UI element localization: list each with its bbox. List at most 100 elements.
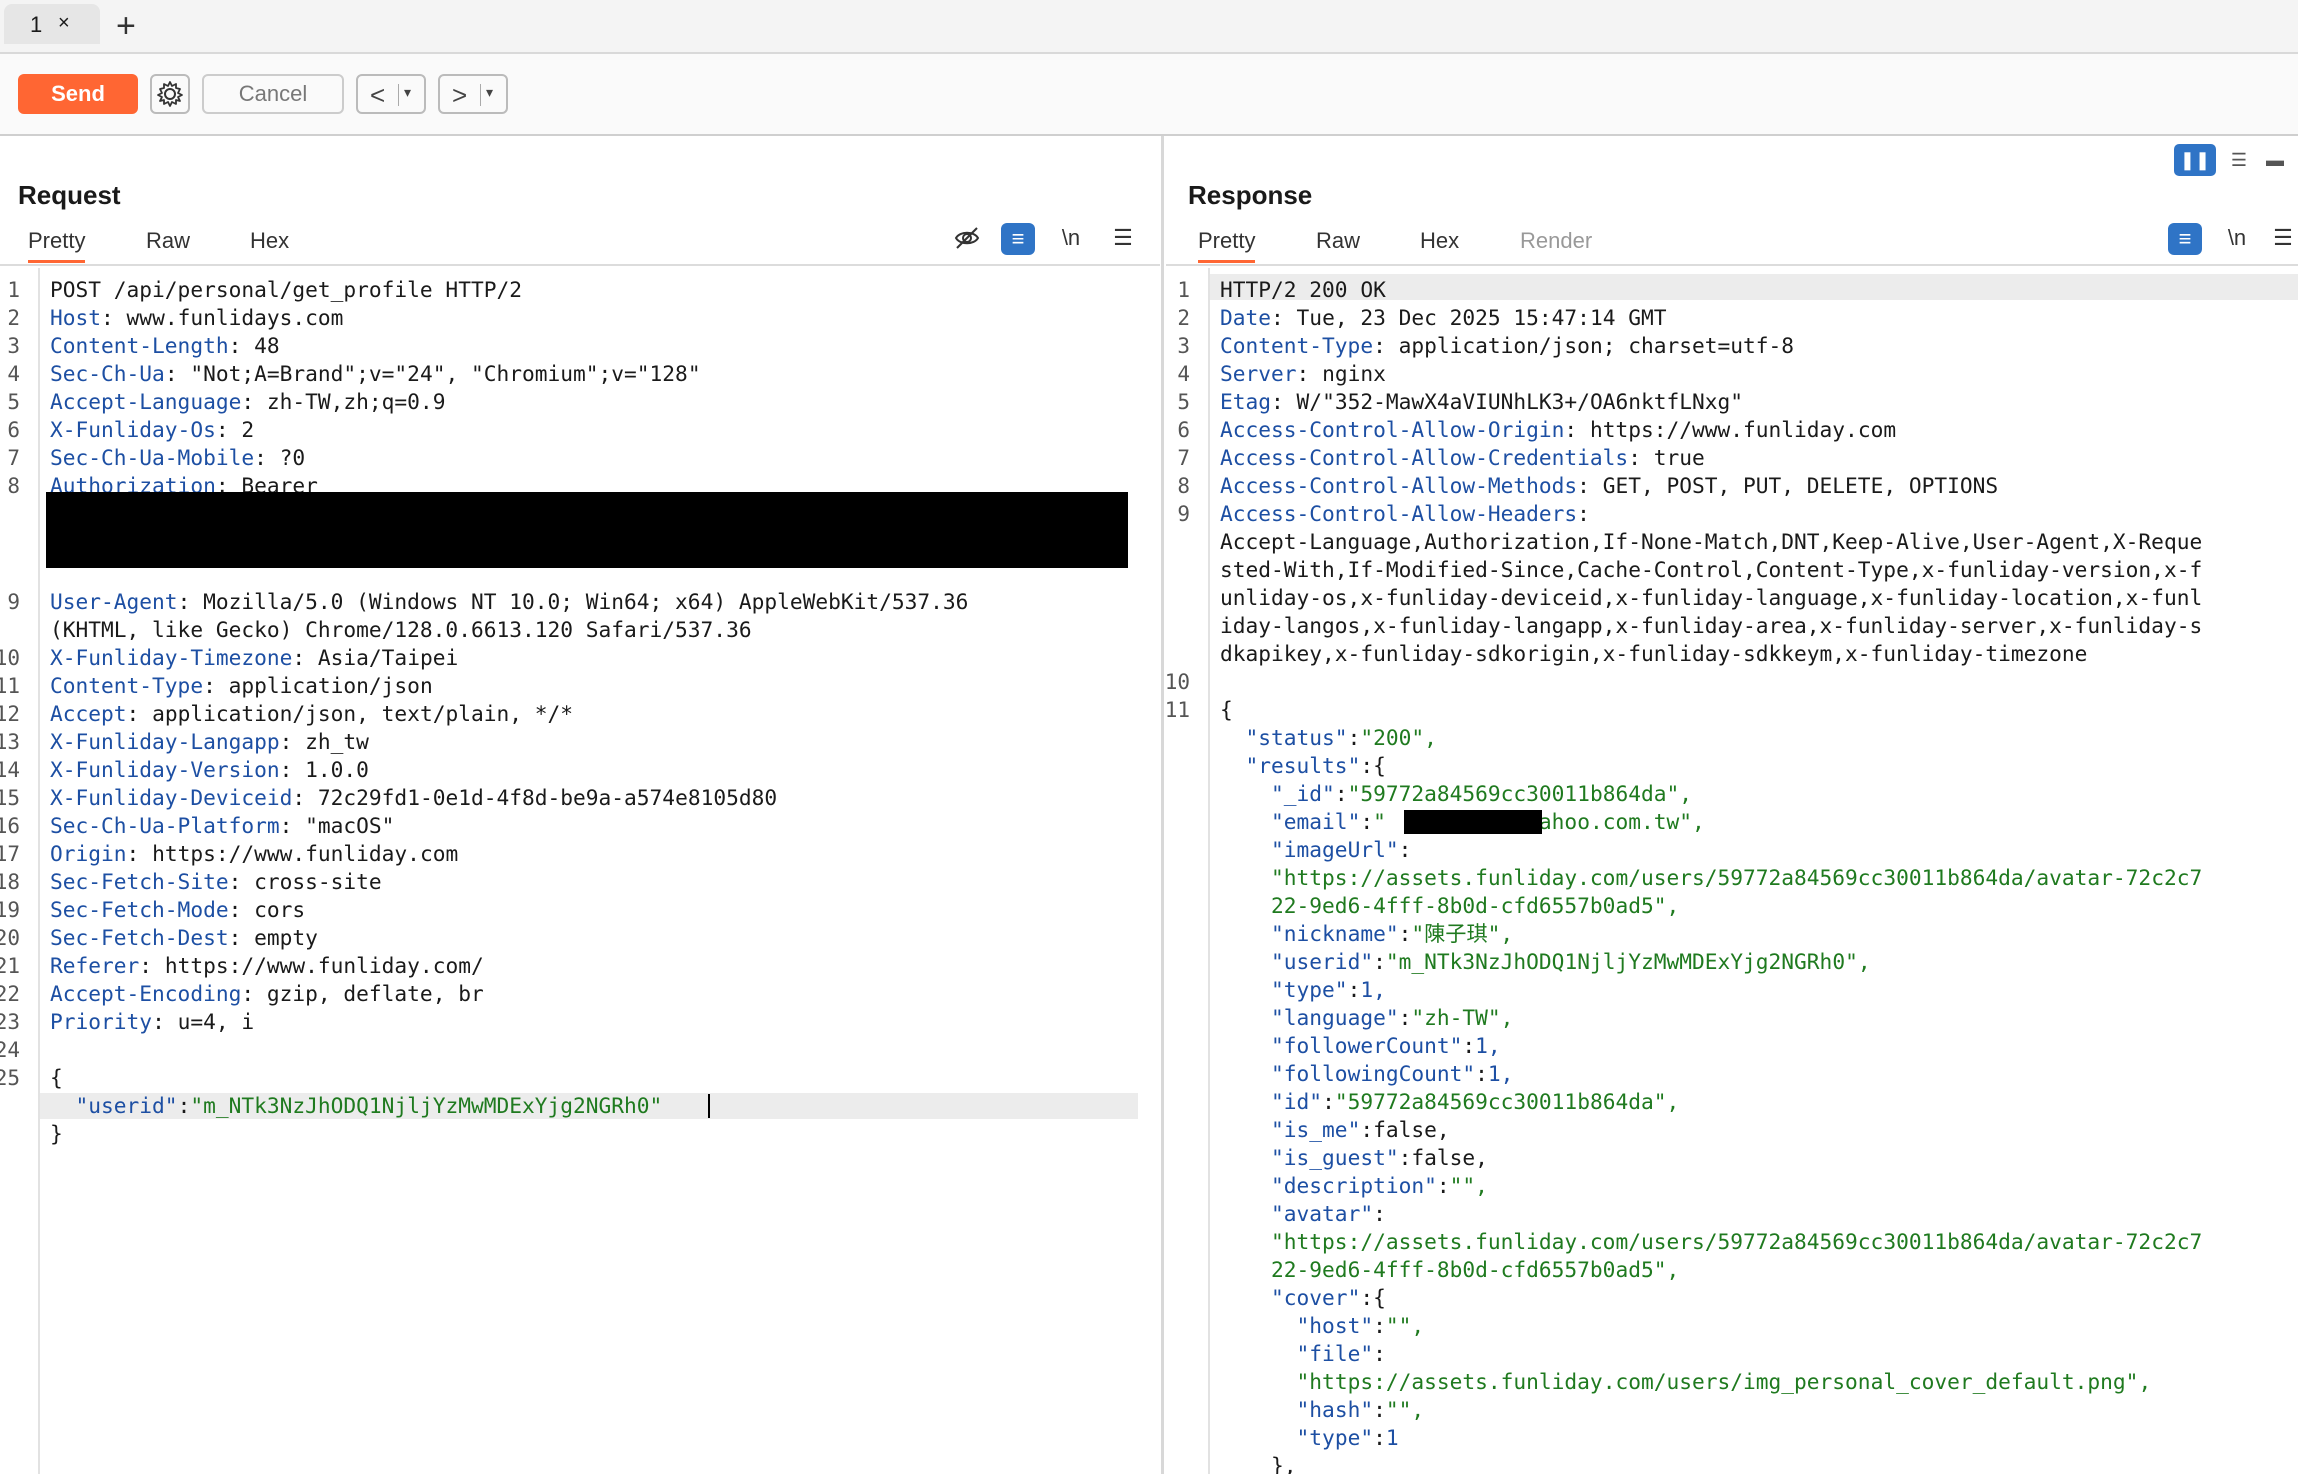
line-number xyxy=(1166,1452,1190,1474)
newline-toggle[interactable]: \n xyxy=(1054,222,1088,254)
json-colon: : xyxy=(1360,1117,1374,1142)
code-line: Accept-Language,Authorization,If-None-Ma… xyxy=(1220,528,2202,556)
code-line: unliday-os,x-funliday-deviceid,x-funlida… xyxy=(1220,584,2202,612)
header-value: zh_tw xyxy=(292,729,369,754)
menu-icon[interactable]: ☰ xyxy=(1106,222,1140,254)
header-name: X-Funliday-Timezone xyxy=(50,645,293,670)
line-number: 6 xyxy=(7,418,20,442)
tab-raw[interactable]: Raw xyxy=(1316,228,1360,254)
header-value: Mozilla/5.0 (Windows NT 10.0; Win64; x64… xyxy=(190,589,969,614)
line-number xyxy=(1166,752,1190,780)
new-tab-icon[interactable]: + xyxy=(116,6,136,46)
cancel-button[interactable]: Cancel xyxy=(202,74,344,114)
code-line: Referer: https://www.funliday.com/ xyxy=(50,952,484,980)
forward-button[interactable]: > ▾ xyxy=(438,74,508,114)
json-colon: : xyxy=(1398,1145,1412,1170)
tab-hex[interactable]: Hex xyxy=(1420,228,1459,254)
back-button[interactable]: < ▾ xyxy=(356,74,426,114)
line-number: 8 xyxy=(7,474,20,498)
json-key: "imageUrl" xyxy=(1271,837,1399,862)
code-line: X-Funliday-Deviceid: 72c29fd1-0e1d-4f8d-… xyxy=(50,784,777,812)
line-number: 2 xyxy=(7,306,20,330)
pane-divider[interactable] xyxy=(1161,136,1164,1474)
tab-1[interactable]: 1 × xyxy=(4,4,100,44)
header-name: Priority xyxy=(50,1009,153,1034)
line-number: 17 xyxy=(0,842,20,866)
tab-pretty[interactable]: Pretty xyxy=(28,228,86,263)
header-value: nginx xyxy=(1309,361,1386,386)
wrap-icon[interactable]: ≡ xyxy=(2168,223,2202,255)
code-line: "https://assets.funliday.com/users/59772… xyxy=(1220,864,2202,892)
line-number: 10 xyxy=(1166,670,1190,694)
line-number xyxy=(1166,1116,1190,1144)
close-icon[interactable]: × xyxy=(58,12,70,35)
line-number: 2 xyxy=(1177,306,1190,330)
split-horizontal-icon[interactable]: ☰ xyxy=(2218,144,2260,176)
chevron-down-icon[interactable]: ▾ xyxy=(486,84,493,101)
line-number xyxy=(1166,1004,1190,1032)
header-name: Sec-Fetch-Dest xyxy=(50,925,229,950)
code-line: "nickname":"陳子琪", xyxy=(1220,920,1513,948)
line-number xyxy=(1166,1200,1190,1228)
line-number xyxy=(0,1120,20,1148)
header-value: GET, POST, PUT, DELETE, OPTIONS xyxy=(1589,473,1999,498)
code-line: 22-9ed6-4fff-8b0d-cfd6557b0ad5", xyxy=(1220,892,1679,920)
header-colon: : xyxy=(1271,305,1284,330)
json-token: { xyxy=(1373,753,1386,778)
tab-label: 1 xyxy=(30,12,43,37)
tab-raw[interactable]: Raw xyxy=(146,228,190,254)
hide-icon[interactable] xyxy=(950,222,984,254)
menu-icon[interactable]: ☰ xyxy=(2268,222,2298,254)
header-name: Sec-Fetch-Mode xyxy=(50,897,229,922)
header-colon: : xyxy=(1577,473,1590,498)
line-number xyxy=(1166,1228,1190,1256)
settings-button[interactable] xyxy=(150,74,190,114)
code-line: Server: nginx xyxy=(1220,360,1386,388)
header-value: Tue, 23 Dec 2025 15:47:14 GMT xyxy=(1283,305,1667,330)
json-key: "_id" xyxy=(1271,781,1335,806)
line-text: { xyxy=(1220,697,1233,722)
header-name: Etag xyxy=(1220,389,1272,414)
code-line: Access-Control-Allow-Headers: xyxy=(1220,500,1590,528)
line-number xyxy=(1166,612,1190,640)
header-colon: : xyxy=(1577,501,1590,526)
json-token: { xyxy=(1373,1285,1386,1310)
line-text: iday-langos,x-funliday-langapp,x-funlida… xyxy=(1220,613,2203,638)
send-button[interactable]: Send xyxy=(18,74,138,114)
json-string: "59772a84569cc30011b864da", xyxy=(1347,781,1692,806)
code-line: X-Funliday-Version: 1.0.0 xyxy=(50,756,369,784)
json-string: 22-9ed6-4fff-8b0d-cfd6557b0ad5", xyxy=(1271,1257,1680,1282)
line-number: 13 xyxy=(0,730,20,754)
wrap-icon[interactable]: ≡ xyxy=(1001,223,1035,255)
header-colon: : xyxy=(279,729,293,754)
single-pane-icon[interactable]: ▬ xyxy=(2260,144,2290,176)
line-number: 7 xyxy=(1177,446,1190,470)
line-number: 10 xyxy=(0,646,20,670)
line-number xyxy=(0,1092,20,1120)
newline-toggle[interactable]: \n xyxy=(2220,222,2254,254)
split-vertical-icon[interactable]: ❚❚ xyxy=(2174,144,2216,176)
code-line: User-Agent: Mozilla/5.0 (Windows NT 10.0… xyxy=(50,588,968,616)
line-number xyxy=(1166,1424,1190,1452)
chevron-down-icon[interactable]: ▾ xyxy=(404,84,411,101)
tab-hex[interactable]: Hex xyxy=(250,228,289,254)
code-line: Sec-Ch-Ua-Mobile: ?0 xyxy=(50,444,305,472)
request-editor[interactable]: 1 POST /api/personal/get_profile HTTP/2 2 H… xyxy=(0,268,1158,1474)
text-cursor xyxy=(708,1094,710,1118)
request-tabs: Pretty Raw Hex xyxy=(0,228,1160,264)
json-colon: : xyxy=(1475,1061,1488,1086)
code-line: "hash":"", xyxy=(1220,1396,1425,1424)
tab-pretty[interactable]: Pretty xyxy=(1198,228,1256,263)
json-key: "email" xyxy=(1271,809,1361,834)
response-editor[interactable]: 1 HTTP/2 200 OK 2 Date: Tue, 23 Dec 2025 15… xyxy=(1166,268,2298,1474)
line-number: 11 xyxy=(0,674,20,698)
tab-render[interactable]: Render xyxy=(1520,228,1592,254)
code-line: X-Funliday-Timezone: Asia/Taipei xyxy=(50,644,458,672)
